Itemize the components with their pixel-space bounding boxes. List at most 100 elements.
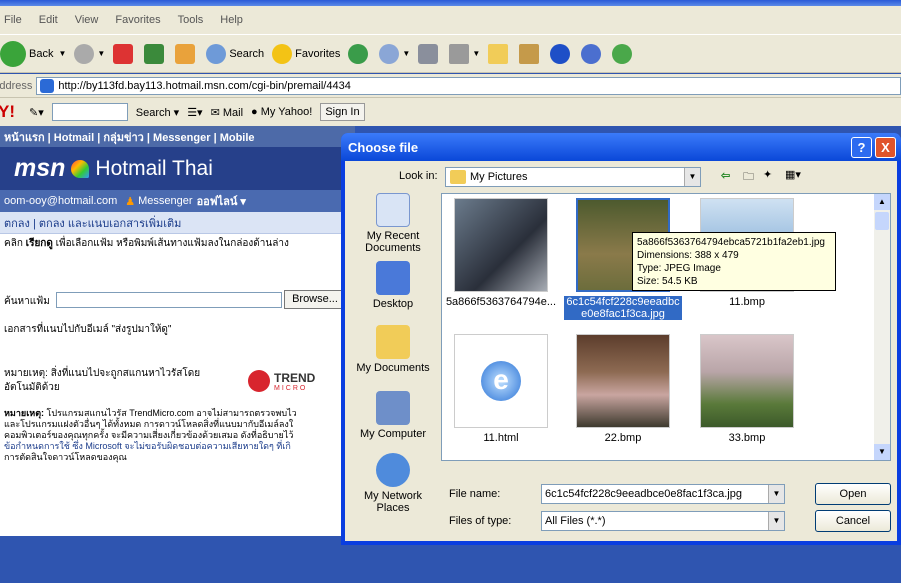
refresh-button[interactable] [144, 43, 167, 64]
yahoo-search-button[interactable]: Search ▾ [136, 106, 179, 119]
my-yahoo-button[interactable]: ● My Yahoo! [251, 106, 312, 118]
file-name-label: 6c1c54fcf228c9eeadbce0e8fac1f3ca.jpg [564, 296, 682, 320]
bluetooth-button[interactable] [550, 43, 573, 64]
terms-link[interactable]: ข้อกำหนดการใช้ ซึ่ง Microsoft จะไม่ขอรับ… [4, 441, 364, 452]
file-name-label: 11.html [483, 432, 519, 444]
file-name-label: 33.bmp [728, 432, 766, 444]
file-name-label: File name: [449, 488, 501, 500]
menu-favorites[interactable]: Favorites [115, 14, 160, 26]
back-button[interactable]: Back ▼ [0, 40, 66, 67]
print-button[interactable] [418, 43, 441, 64]
help-button[interactable]: ? [851, 137, 872, 158]
place-my-documents[interactable]: My Documents [353, 325, 433, 374]
star-icon [272, 43, 293, 64]
desktop-icon [376, 261, 410, 295]
menu-help[interactable]: Help [220, 14, 243, 26]
file-path-input[interactable] [56, 292, 282, 308]
messenger-button[interactable] [581, 43, 604, 64]
butterfly-icon [71, 159, 90, 178]
yahoo-logo[interactable]: Y! [0, 102, 15, 122]
view-menu-button[interactable]: ▦▾ [785, 168, 801, 181]
address-label: Address [0, 79, 33, 92]
file-thumbnail [454, 198, 548, 292]
forward-button[interactable]: ▼ [74, 43, 105, 64]
file-name-input[interactable]: 6c1c54fcf228c9eeadbce0e8fac1f3ca.jpg ▼ [541, 484, 785, 504]
stop-icon [113, 43, 134, 64]
close-button[interactable]: X [875, 137, 896, 158]
hotmail-page: หน้าแรก | Hotmail | กลุ่มข่าว | Messenge… [0, 126, 355, 583]
file-name-label: 22.bmp [604, 432, 642, 444]
browse-button[interactable]: Browse... [284, 290, 346, 309]
chevron-down-icon: ▼ [684, 168, 700, 186]
sign-in-button[interactable]: Sign In [320, 103, 365, 121]
folder-icon [450, 170, 466, 184]
yahoo-search-input[interactable] [51, 103, 128, 121]
search-button[interactable]: Search [206, 43, 264, 64]
instruction-text: คลิก เรียกดู เพื่อเลือกแฟ้ม หรือพิมพ์เส้… [4, 238, 289, 249]
pencil-icon[interactable]: ✎▾ [29, 106, 44, 119]
place-network[interactable]: My Network Places [353, 453, 433, 514]
hotmail-nav[interactable]: หน้าแรก | Hotmail | กลุ่มข่าว | Messenge… [0, 126, 355, 147]
chevron-down-icon: ▼ [768, 512, 784, 530]
hotmail-banner: msn Hotmail Thai [0, 147, 355, 190]
folder-button[interactable] [488, 43, 511, 64]
research-button[interactable] [519, 43, 542, 64]
address-input[interactable]: http://by113fd.bay113.hotmail.msn.com/cg… [36, 76, 901, 95]
menu-edit[interactable]: Edit [39, 14, 58, 26]
scan-note-line2: อัตโนมัติด้วย [4, 382, 60, 393]
menu-bar: File Edit View Favorites Tools Help [0, 6, 901, 34]
mail-button[interactable]: ▼ [379, 43, 410, 64]
status-dropdown[interactable]: ออฟไลน์ ▾ [197, 192, 246, 210]
look-in-label: Look in: [399, 170, 438, 182]
folder-icon [488, 43, 509, 64]
refresh-icon [144, 43, 165, 64]
file-list-scrollbar[interactable]: ▲ ▼ [874, 194, 890, 460]
file-info-tooltip: 5a866f5363764794ebca5721b1fa2eb1.jpg Dim… [632, 232, 836, 291]
choose-file-dialog: Choose file ? X Look in: My Pictures ▼ ⇦… [341, 133, 901, 545]
favorites-button[interactable]: Favorites [272, 43, 340, 64]
mail-icon [379, 43, 400, 64]
address-bar: Address http://by113fd.bay113.hotmail.ms… [0, 74, 901, 98]
trend-micro-logo: TREND MICRO [248, 370, 315, 392]
yahoo-toolbar: Y! ✎▾ Search ▾ ☰▾ ✉ Mail ● My Yahoo! Sig… [0, 98, 901, 126]
yahoo-mail-button[interactable]: ✉ Mail [211, 106, 243, 119]
edit-button[interactable]: ▼ [449, 43, 480, 64]
forward-arrow-icon [74, 43, 95, 64]
messenger-icon: ♟ [125, 195, 136, 208]
msn-logo: msn [14, 154, 66, 182]
file-type-label: Files of type: [449, 515, 512, 527]
menu-view[interactable]: View [75, 14, 99, 26]
stop-button[interactable] [113, 43, 136, 64]
scroll-thumb[interactable] [875, 212, 889, 230]
dialog-body: Look in: My Pictures ▼ ⇦ 🗀 ✦ ▦▾ My Recen… [345, 161, 897, 541]
documents-icon [376, 325, 410, 359]
file-list: 5a866f5363764794e... 6c1c54fcf228c9eeadb… [441, 193, 891, 461]
new-folder-button[interactable]: ✦ [763, 168, 772, 181]
scroll-up-button[interactable]: ▲ [874, 194, 890, 210]
history-button[interactable] [348, 43, 371, 64]
cancel-button[interactable]: Cancel [815, 510, 891, 532]
menu-file[interactable]: File [4, 14, 22, 26]
yahoo-menu-button[interactable]: ☰▾ [187, 106, 202, 119]
up-folder-button[interactable]: 🗀 [743, 168, 754, 187]
action-links[interactable]: ตกลง | ตกลง และแนบเอกสารเพิ่มเติม [0, 212, 355, 234]
place-my-computer[interactable]: My Computer [353, 391, 433, 440]
scroll-down-button[interactable]: ▼ [874, 444, 890, 460]
home-button[interactable] [175, 43, 198, 64]
place-recent[interactable]: My Recent Documents [353, 193, 433, 254]
menu-tools[interactable]: Tools [178, 14, 204, 26]
back-folder-button[interactable]: ⇦ [721, 169, 730, 182]
look-in-select[interactable]: My Pictures ▼ [445, 167, 701, 187]
user-bar: oom-ooy@hotmail.com ♟ Messenger ออฟไลน์ … [0, 190, 355, 212]
user-email: oom-ooy@hotmail.com [4, 195, 118, 207]
search-icon [206, 43, 227, 64]
place-desktop[interactable]: Desktop [353, 261, 433, 310]
research-icon [519, 43, 540, 64]
file-type-select[interactable]: All Files (*.*) ▼ [541, 511, 785, 531]
file-thumbnail: e [454, 334, 548, 428]
computer-icon [376, 391, 410, 425]
ie-document-icon: e [481, 361, 521, 401]
open-button[interactable]: Open [815, 483, 891, 505]
dialog-title: Choose file [341, 133, 901, 161]
buddies-button[interactable] [612, 43, 635, 64]
